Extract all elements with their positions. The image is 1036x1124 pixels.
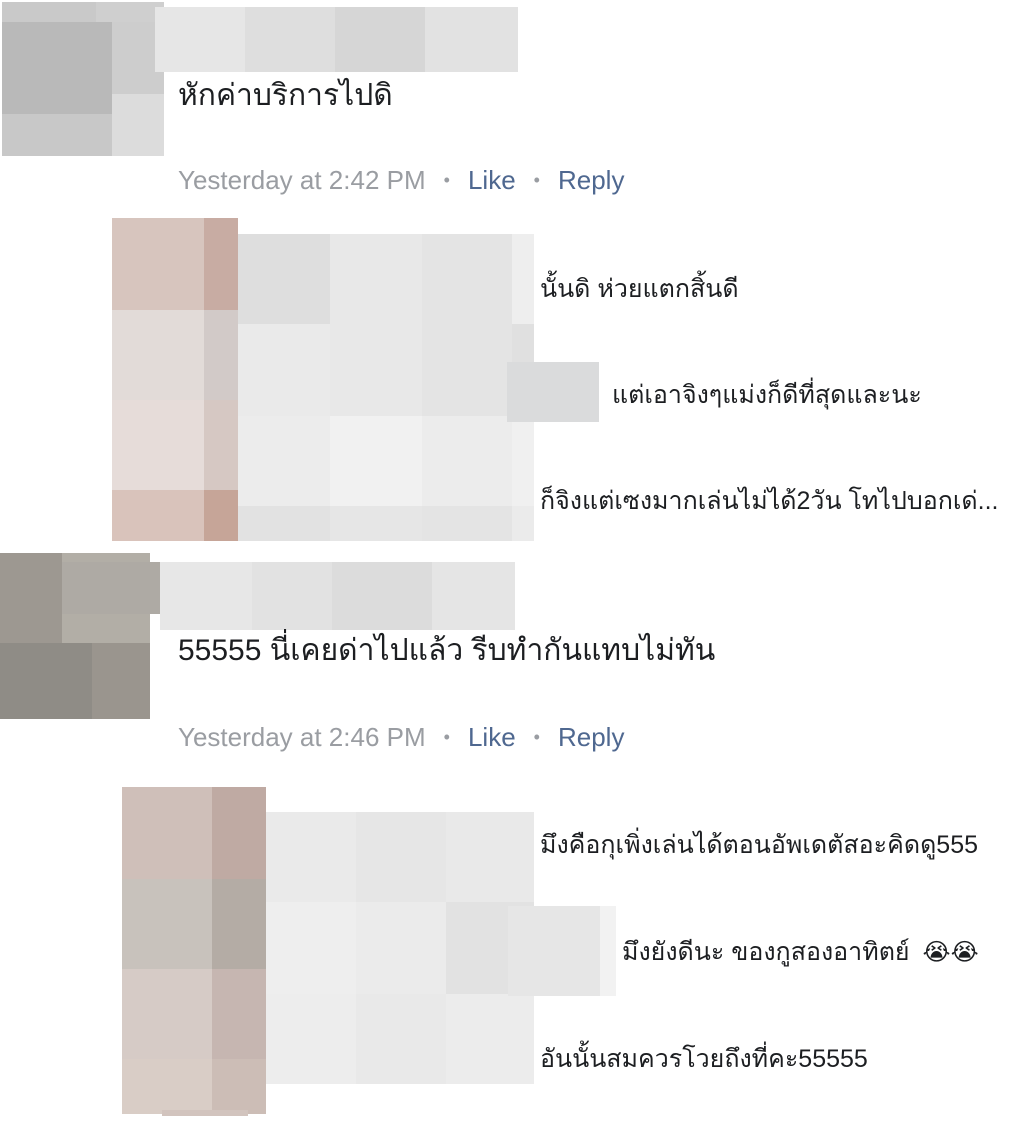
comment-text: 55555 นี่เคยด่าไปแล้ว รีบทำกันแทบไม่ทัน — [178, 634, 716, 667]
like-button[interactable]: Like — [468, 164, 516, 196]
reply-text: นั้นดิ ห่วยแตกสิ้นดี — [540, 275, 739, 303]
reply-with-emoji: มึงยังดีนะ ของกูสองอาทิตย์ 😭😭 — [622, 937, 979, 968]
replies-names-pixelated-1[interactable] — [238, 234, 534, 541]
crying-face-icon: 😭😭 — [922, 939, 979, 966]
reply-button[interactable]: Reply — [558, 721, 624, 753]
timestamp: Yesterday at 2:46 PM — [178, 722, 426, 752]
reply-text: อันนั้นสมควรโวยถึงที่คะ55555 — [540, 1045, 868, 1073]
replies-avatar-pixelated-2[interactable] — [122, 787, 266, 1114]
timestamp: Yesterday at 2:42 PM — [178, 165, 426, 195]
reply-text: มึงคือกุเพิ่งเล่นได้ตอนอัพเดตัสอะคิดดู55… — [540, 831, 979, 859]
reply-text: มึงยังดีนะ ของกูสองอาทิตย์ — [622, 938, 910, 966]
reply-text: ก็จิงแต่เซงมากเล่นไม่ได้2วัน โทไปบอกเด่.… — [540, 487, 999, 515]
like-button[interactable]: Like — [468, 721, 516, 753]
author-name-pixelated-1[interactable] — [155, 7, 518, 72]
reply-name-pixelated[interactable] — [507, 362, 599, 422]
separator-dot: • — [443, 727, 450, 747]
comment-meta: Yesterday at 2:46 PM • Like • Reply — [178, 721, 624, 753]
replies-names-pixelated-2[interactable] — [266, 812, 534, 1084]
reply-button[interactable]: Reply — [558, 164, 624, 196]
comment-text: หักค่าบริการไปดิ — [178, 79, 393, 112]
separator-dot: • — [533, 170, 540, 190]
reply-text: แต่เอาจิงๆแม่งก็ดีที่สุดและนะ — [612, 381, 922, 409]
separator-dot: • — [533, 727, 540, 747]
comment-meta: Yesterday at 2:42 PM • Like • Reply — [178, 164, 624, 196]
replies-avatar-pixelated-1[interactable] — [112, 218, 238, 541]
avatar-bottom-strip — [162, 1110, 248, 1116]
author-name-pixelated-2[interactable] — [62, 562, 515, 630]
reply-name-pixelated[interactable] — [508, 906, 616, 996]
avatar-pixelated-1[interactable] — [2, 2, 164, 156]
separator-dot: • — [443, 170, 450, 190]
